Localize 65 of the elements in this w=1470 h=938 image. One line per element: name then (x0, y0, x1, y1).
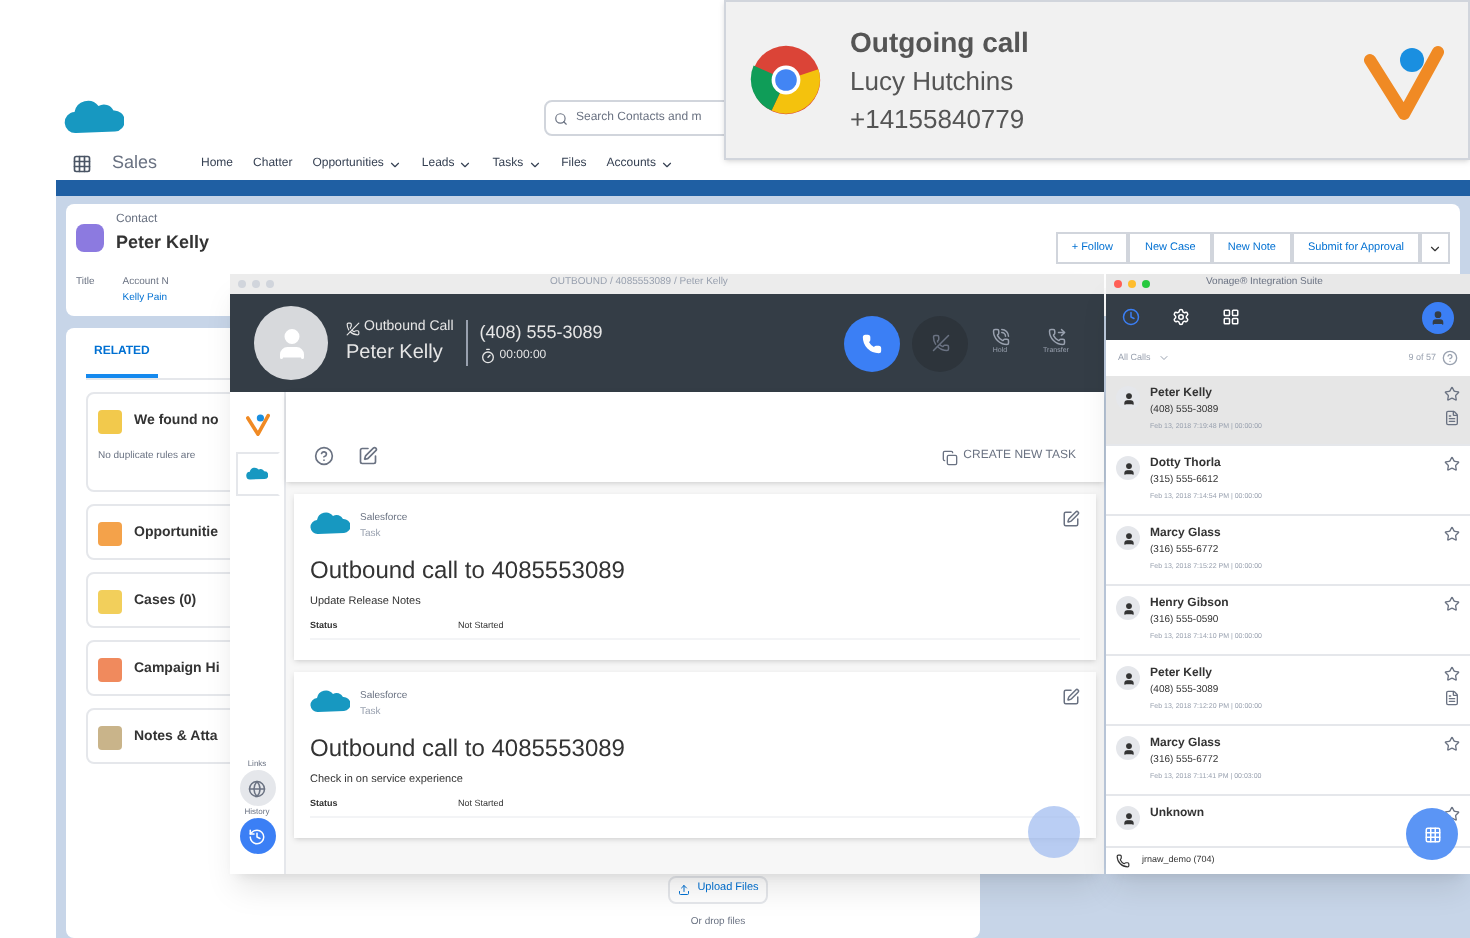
star-icon[interactable] (1444, 456, 1460, 472)
cloud-icon (246, 466, 268, 482)
record-name: Peter Kelly (116, 230, 210, 256)
star-icon[interactable] (1444, 386, 1460, 402)
avatar-icon (254, 306, 328, 380)
transfer-icon (1047, 328, 1065, 347)
apps-icon[interactable] (1222, 308, 1240, 326)
upload-icon (677, 883, 690, 895)
browser-icon (750, 44, 822, 116)
cloud-icon (310, 510, 350, 538)
contact-name: Peter Kelly (346, 340, 445, 369)
notification-title: Outgoing call (850, 23, 1029, 61)
v-logo-icon (245, 412, 269, 436)
edit-icon[interactable] (1062, 688, 1080, 706)
star-icon[interactable] (1444, 526, 1460, 542)
task-icon (941, 449, 958, 465)
chevron-icon (659, 157, 674, 171)
dialpad-icon (1423, 825, 1441, 843)
help-icon[interactable] (1442, 350, 1458, 366)
history-icon (248, 827, 266, 845)
links-button[interactable] (239, 770, 275, 806)
call-button[interactable] (844, 315, 900, 371)
star-icon[interactable] (1444, 736, 1460, 752)
edit-icon[interactable] (1062, 510, 1080, 528)
chevron-icon (527, 157, 542, 171)
edit-icon[interactable] (358, 446, 378, 466)
note-icon[interactable] (1444, 410, 1460, 426)
person-icon (1116, 736, 1140, 760)
globe-icon (248, 779, 266, 797)
note-icon[interactable] (1444, 690, 1460, 706)
profile-icon[interactable] (1422, 301, 1454, 333)
chevron-icon (458, 157, 473, 171)
phone-icon (862, 333, 882, 353)
person-icon (1116, 456, 1140, 480)
app-launcher-icon[interactable] (72, 154, 92, 174)
call-number: (408) 555-3089 (479, 320, 603, 347)
person-icon (1116, 596, 1140, 620)
chevron-icon (387, 157, 402, 171)
history-icon[interactable] (1122, 308, 1140, 326)
user-icon (1430, 309, 1446, 325)
phone-icon (1116, 854, 1130, 868)
caller-name: Lucy Hutchins (850, 63, 1016, 99)
app-name: Sales (112, 150, 158, 177)
call-direction-icon (346, 321, 360, 335)
person-icon (1116, 666, 1140, 690)
timer-icon (479, 348, 496, 365)
person-icon (1116, 386, 1140, 410)
hold-icon (991, 328, 1009, 347)
person-icon (1116, 526, 1140, 550)
cloud-icon (310, 688, 350, 716)
settings-icon[interactable] (1172, 308, 1190, 326)
star-icon[interactable] (1444, 596, 1460, 612)
caller-number: +14155840779 (850, 101, 1027, 137)
salesforce-tab[interactable] (235, 452, 279, 496)
task-title: Outbound call to 4085553089 (310, 554, 627, 588)
history-button[interactable] (239, 818, 275, 854)
task-title: Outbound call to 4085553089 (310, 732, 627, 766)
help-icon[interactable] (314, 446, 334, 466)
star-icon[interactable] (1444, 666, 1460, 682)
search-icon (554, 111, 568, 125)
contact-icon (76, 224, 104, 252)
hangup-icon (931, 334, 949, 352)
caret-icon (1428, 241, 1442, 255)
caret-icon (1158, 352, 1171, 364)
person-icon (1116, 806, 1140, 830)
